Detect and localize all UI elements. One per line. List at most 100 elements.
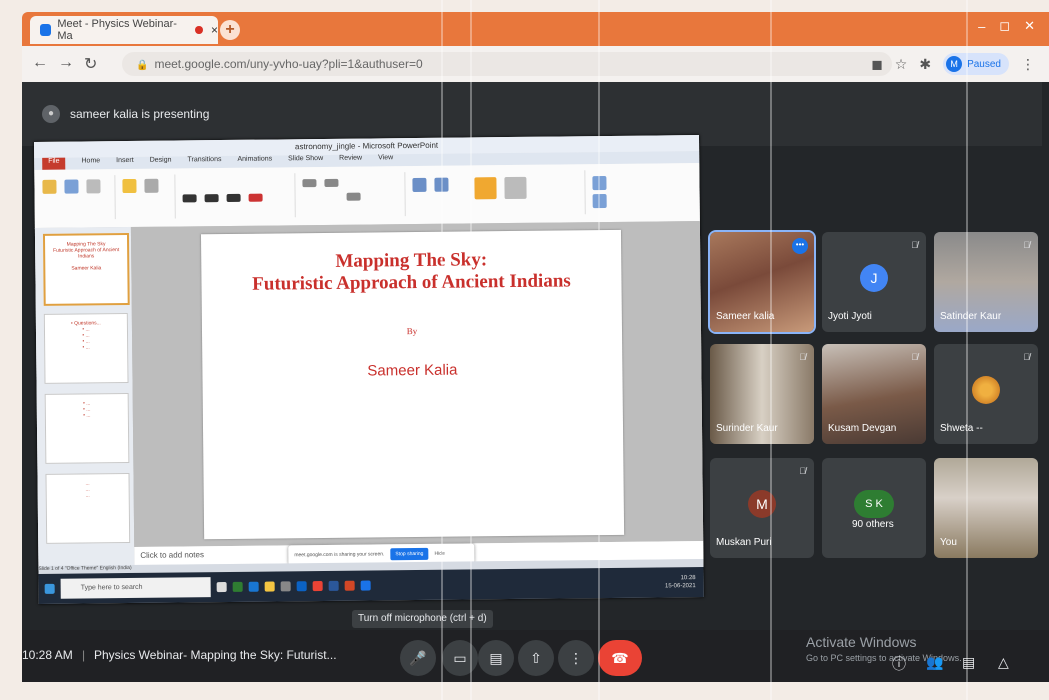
slide-thumbnails: Mapping The Sky Futuristic Approach of An… — [34, 226, 136, 578]
ribbon-group-font — [174, 173, 296, 219]
maximize-button[interactable]: ◻ — [999, 18, 1010, 34]
taskview-icon — [216, 582, 227, 593]
ribbon-group-drawing — [404, 170, 586, 217]
taskbar-search: Type here to search — [60, 577, 211, 599]
stop-sharing-button: Stop sharing — [390, 547, 429, 561]
participant-tile[interactable]: 🎙̸ J Jyoti Jyoti — [822, 232, 926, 332]
slide-title-line2: Futuristic Approach of Ancient Indians — [252, 270, 571, 295]
profile-button[interactable]: M Paused — [943, 53, 1009, 75]
slide-thumbnail[interactable]: • Questions... • ... • ... • ... • ... — [43, 313, 129, 384]
extensions-icon[interactable]: ✱ — [919, 56, 931, 73]
participant-tile[interactable]: S K 90 others — [822, 458, 926, 558]
window-controls: – ◻ ✕ — [978, 12, 1049, 40]
reload-icon[interactable]: ↻ — [84, 54, 97, 74]
word-icon — [328, 580, 339, 591]
watermark-title: Activate Windows — [806, 634, 917, 650]
presenting-text: sameer kalia is presenting — [70, 107, 210, 121]
mic-off-icon: 🎙̸ — [911, 240, 918, 250]
edge-icon — [248, 581, 259, 592]
participant-name: You — [940, 537, 957, 548]
powerpoint-icon — [344, 580, 355, 591]
ppt-tab: Insert — [116, 156, 134, 165]
slide-thumbnail[interactable]: ......... — [45, 473, 131, 544]
microphone-icon: 🎤 — [409, 650, 427, 666]
ppt-tab: Review — [339, 154, 363, 162]
windows-taskbar: Type here to search 10:28 15-06-2021 — [38, 567, 704, 604]
url-text: meet.google.com/uny-yvho-uay?pli=1&authu… — [154, 57, 423, 71]
mail-icon — [296, 581, 307, 592]
participant-tile[interactable]: ••• Sameer kalia — [710, 232, 814, 332]
recording-dot-icon — [195, 26, 203, 34]
camera-off-icon: ▭ — [453, 650, 467, 666]
participant-tile[interactable]: 🎙̸ Surinder Kaur — [710, 344, 814, 444]
mic-off-icon: 🎙̸ — [1023, 240, 1030, 250]
profile-avatar: M — [946, 56, 963, 72]
more-options-icon[interactable]: ••• — [792, 238, 808, 254]
leave-call-button[interactable]: ☎ — [598, 640, 642, 676]
participant-tile[interactable]: 🎙̸ Kusam Devgan — [822, 344, 926, 444]
participant-tile[interactable]: You — [934, 458, 1038, 558]
bookmark-star-icon[interactable]: ☆ — [895, 56, 908, 73]
ppt-tab: Home — [81, 157, 101, 165]
scan-line — [470, 0, 472, 700]
taskbar-clock: 10:28 15-06-2021 — [665, 574, 696, 590]
mic-off-icon: 🎙̸ — [1023, 352, 1030, 362]
meet-favicon-icon — [40, 24, 52, 36]
slide-editor: Mapping The Sky: Futuristic Approach of … — [130, 221, 704, 547]
participant-tile[interactable]: 🎙̸ M Muskan Puri — [710, 458, 814, 558]
participant-name: Jyoti Jyoti — [828, 311, 872, 322]
scan-line — [966, 0, 968, 700]
captions-button[interactable]: ▤ — [478, 640, 514, 676]
browser-tab-meet[interactable]: Meet - Physics Webinar- Ma × — [30, 16, 218, 44]
toolbar-right: ◼ ☆ ✱ M Paused ⋮ — [871, 53, 1035, 75]
more-options-button[interactable]: ⋮ — [558, 640, 594, 676]
back-arrow-icon[interactable]: ← — [32, 54, 48, 72]
folder-icon — [264, 581, 275, 592]
meet-bottom-bar: 10:28 AM | Physics Webinar- Mapping the … — [22, 630, 1049, 682]
share-notice-text: meet.google.com is sharing your screen. — [294, 551, 385, 559]
scan-line — [598, 0, 600, 700]
activities-icon[interactable]: △ — [998, 654, 1009, 671]
info-icon[interactable]: ⓘ — [892, 654, 906, 674]
participant-name: Surinder Kaur — [716, 423, 778, 434]
participant-name: Kusam Devgan — [828, 423, 897, 434]
tab-title: Meet - Physics Webinar- Ma — [57, 18, 177, 42]
ribbon-group-slides — [114, 174, 176, 220]
people-icon[interactable]: 👥 — [926, 654, 943, 671]
camera-icon[interactable]: ◼ — [871, 56, 883, 73]
hide-share-notice: Hide — [434, 550, 445, 557]
ppt-tab: Animations — [237, 155, 273, 163]
browser-toolbar: ← → ↻ 🔒 meet.google.com/uny-yvho-uay?pli=… — [22, 46, 1049, 83]
ppt-tab: Slide Show — [288, 154, 324, 163]
participant-tile[interactable]: 🎙̸ Satinder Kaur — [934, 232, 1038, 332]
ppt-tab: File — [42, 157, 66, 170]
present-button[interactable]: ⇧ — [518, 640, 554, 676]
separator: | — [82, 648, 86, 662]
microphone-button[interactable]: 🎤 — [400, 640, 436, 676]
participant-name: Satinder Kaur — [940, 311, 1002, 322]
slide-title: Mapping The Sky: Futuristic Approach of … — [201, 248, 621, 296]
mic-off-icon: 🎙̸ — [911, 352, 918, 362]
minimize-button[interactable]: – — [978, 19, 985, 34]
chrome-icon — [312, 581, 323, 592]
tab-close-button[interactable]: × — [211, 23, 218, 37]
ppt-tab: View — [378, 154, 394, 162]
camera-button[interactable]: ▭ — [442, 640, 478, 676]
participant-avatar: S K — [854, 490, 894, 518]
browser-tabbar: Meet - Physics Webinar- Ma × + – ◻ ✕ — [22, 12, 1049, 46]
close-window-button[interactable]: ✕ — [1024, 18, 1035, 34]
slide-thumbnail[interactable]: • ... • ... • ... — [44, 393, 130, 464]
ribbon-group-paragraph — [294, 172, 406, 218]
meet-stage: ● sameer kalia is presenting astronomy_j… — [22, 82, 1049, 682]
new-tab-button[interactable]: + — [220, 20, 240, 40]
slide-thumbnail[interactable]: Mapping The Sky Futuristic Approach of An… — [42, 233, 130, 306]
chat-icon[interactable]: ▤ — [962, 654, 975, 671]
participant-tile[interactable]: 🎙̸ Shweta -- — [934, 344, 1038, 444]
browser-menu-icon[interactable]: ⋮ — [1021, 56, 1035, 73]
mic-off-icon: 🎙̸ — [799, 352, 806, 362]
address-bar[interactable]: 🔒 meet.google.com/uny-yvho-uay?pli=1&auth… — [122, 52, 892, 76]
store-icon — [280, 581, 291, 592]
taskbar-date: 15-06-2021 — [664, 583, 696, 590]
forward-arrow-icon[interactable]: → — [58, 54, 74, 72]
slide-canvas: Mapping The Sky: Futuristic Approach of … — [200, 229, 625, 540]
